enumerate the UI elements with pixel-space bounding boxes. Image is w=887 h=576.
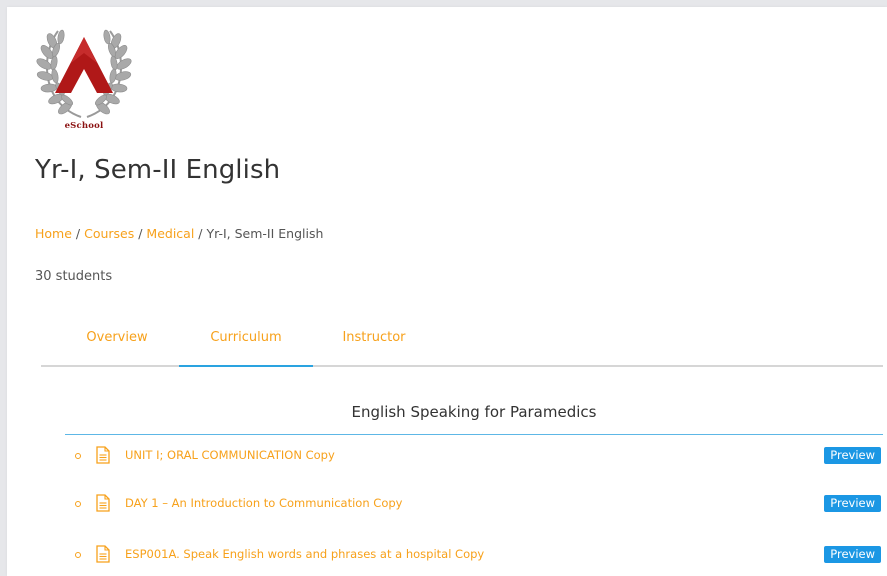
page-title: Yr-I, Sem-II English (35, 155, 281, 185)
lesson-item: UNIT I; ORAL COMMUNICATION Copy Preview (75, 446, 883, 468)
tab-curriculum[interactable]: Curriculum (179, 330, 313, 367)
breadcrumb-courses-link[interactable]: Courses (84, 226, 134, 241)
tab-overview[interactable]: Overview (75, 330, 159, 365)
section-divider (65, 434, 883, 435)
bullet-icon (75, 501, 81, 507)
lesson-item: DAY 1 – An Introduction to Communication… (75, 494, 883, 516)
preview-button[interactable]: Preview (824, 447, 881, 464)
logo-wordmark: eSchool (64, 121, 104, 131)
student-count: 30 students (35, 269, 113, 284)
breadcrumb-separator: / (75, 226, 85, 241)
document-icon (96, 446, 110, 464)
breadcrumb-home-link[interactable]: Home (35, 226, 72, 241)
lesson-link[interactable]: UNIT I; ORAL COMMUNICATION Copy (125, 448, 335, 462)
lesson-link[interactable]: DAY 1 – An Introduction to Communication… (125, 496, 402, 510)
laurel-chevron-emblem (36, 29, 132, 118)
bullet-icon (75, 453, 81, 459)
course-page: eSchool Yr-I, Sem-II English Home / Cour… (7, 7, 887, 576)
tab-instructor[interactable]: Instructor (331, 330, 417, 365)
breadcrumb-current: Yr-I, Sem-II English (206, 226, 324, 241)
lesson-link[interactable]: ESP001A. Speak English words and phrases… (125, 547, 484, 561)
lesson-item: ESP001A. Speak English words and phrases… (75, 545, 883, 567)
eschool-logo[interactable]: eSchool (34, 19, 134, 133)
curriculum-section-title: English Speaking for Paramedics (351, 403, 597, 421)
course-tabs: Overview Curriculum Instructor (41, 325, 883, 367)
bullet-icon (75, 552, 81, 558)
preview-button[interactable]: Preview (824, 546, 881, 563)
preview-button[interactable]: Preview (824, 495, 881, 512)
document-icon (96, 494, 110, 512)
breadcrumb: Home / Courses / Medical / Yr-I, Sem-II … (35, 226, 323, 241)
breadcrumb-category-link[interactable]: Medical (146, 226, 194, 241)
document-icon (96, 545, 110, 563)
